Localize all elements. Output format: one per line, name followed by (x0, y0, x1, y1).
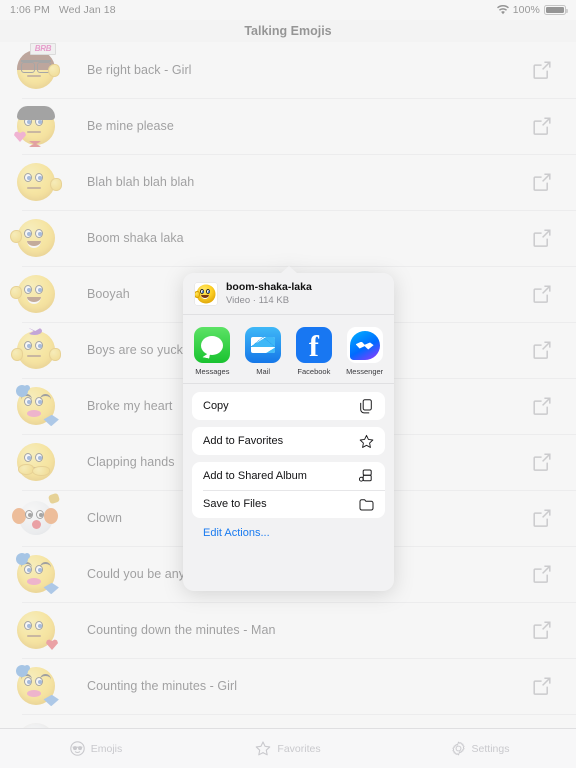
tab-settings[interactable]: Settings (384, 741, 576, 756)
action-group-2: Add to Favorites (192, 427, 385, 455)
share-app-messages[interactable]: Messages (192, 327, 233, 376)
tab-settings-label: Settings (471, 742, 510, 755)
tab-bar: Emojis Favorites Settings (0, 728, 576, 768)
mail-app-icon (245, 327, 282, 363)
folder-icon (356, 498, 374, 511)
action-save-to-files-label: Save to Files (203, 498, 267, 510)
action-group-1: Copy (192, 392, 385, 420)
action-copy-label: Copy (203, 400, 229, 412)
thumbs-up-emoji-art (195, 283, 217, 305)
action-add-to-favorites-label: Add to Favorites (203, 435, 284, 447)
gear-icon (451, 741, 466, 756)
copy-icon (356, 398, 374, 414)
share-app-facebook-label: Facebook (297, 367, 331, 376)
share-app-messenger[interactable]: Messenger (344, 327, 385, 376)
action-copy[interactable]: Copy (192, 392, 385, 420)
action-add-to-favorites[interactable]: Add to Favorites (192, 427, 385, 455)
action-add-to-shared-album[interactable]: Add to Shared Album (192, 462, 385, 490)
messenger-app-icon (346, 327, 383, 363)
share-app-facebook[interactable]: f Facebook (294, 327, 335, 376)
messages-app-icon (194, 327, 231, 363)
shared-album-icon (356, 469, 374, 483)
share-app-messages-label: Messages (195, 367, 230, 376)
sunglasses-emoji-icon (69, 741, 85, 756)
share-file-meta: Video · 114 KB (226, 295, 290, 306)
action-add-to-shared-album-label: Add to Shared Album (203, 470, 307, 482)
facebook-app-icon: f (295, 327, 332, 363)
share-app-mail-label: Mail (256, 367, 270, 376)
tab-emojis-label: Emojis (90, 742, 123, 755)
tab-emojis[interactable]: Emojis (0, 741, 192, 756)
share-file-thumbnail (195, 282, 217, 305)
share-sheet-header: boom-shaka-laka Video · 114 KB (183, 273, 394, 315)
star-icon (255, 741, 271, 756)
action-group-3: Add to Shared Album Save to Files (192, 462, 385, 518)
action-save-to-files[interactable]: Save to Files (192, 490, 385, 518)
share-sheet-popover[interactable]: boom-shaka-laka Video · 114 KB Messages … (183, 266, 394, 591)
share-sheet-body: boom-shaka-laka Video · 114 KB Messages … (183, 273, 394, 591)
share-app-messenger-label: Messenger (346, 367, 384, 376)
tab-favorites-label: Favorites (277, 742, 321, 755)
tab-favorites[interactable]: Favorites (192, 741, 384, 756)
share-actions: Copy Add to Favorites Add to Shared Albu… (183, 384, 394, 539)
share-file-name: boom-shaka-laka (226, 281, 312, 293)
share-apps-row: Messages Mail f Facebook Messenger (183, 315, 394, 384)
edit-actions-link[interactable]: Edit Actions... (192, 525, 385, 539)
share-app-mail[interactable]: Mail (243, 327, 284, 376)
star-icon (356, 434, 374, 449)
